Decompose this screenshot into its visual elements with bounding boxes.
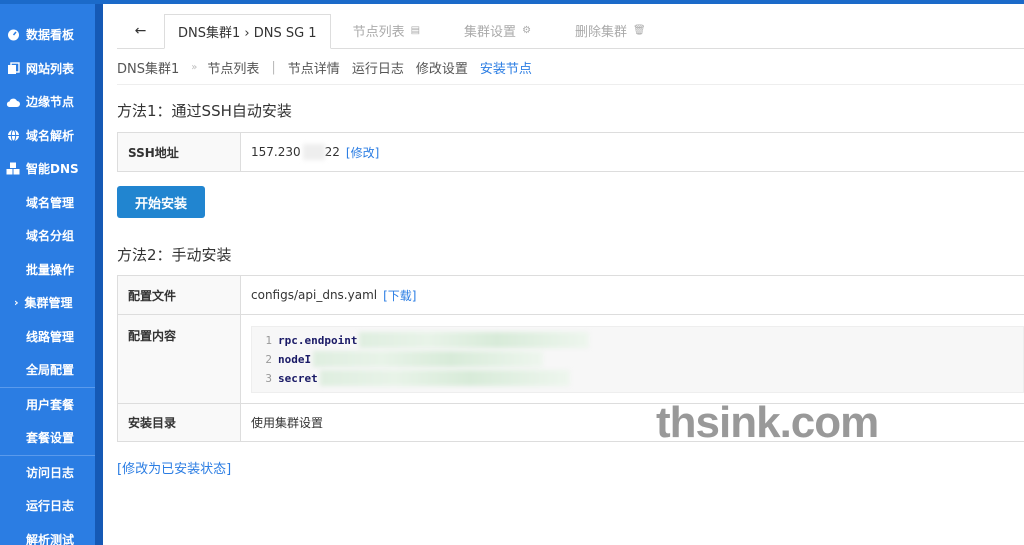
ssh-address-suffix: 22: [324, 145, 340, 159]
crumb-node-list[interactable]: 节点列表: [207, 58, 259, 77]
start-install-button[interactable]: 开始安装: [117, 186, 205, 218]
sidebar-item-label: 批量操作: [26, 262, 75, 277]
method2-title: 方法2：手动安装: [117, 246, 232, 264]
watermark: thsink.com: [656, 398, 879, 447]
sidebar-item-cluster[interactable]: › 集群管理: [0, 286, 95, 320]
sidebar-item-edge-nodes[interactable]: 边缘节点: [0, 85, 95, 119]
method1-title: 方法1：通过SSH自动安装: [117, 102, 292, 120]
code-text: rpc.endpoint: [278, 333, 358, 347]
install-dir-label: 安装目录: [118, 404, 241, 441]
sidebar-item-access-logs[interactable]: 访问日志: [0, 456, 95, 490]
tab-cluster-node[interactable]: DNS集群1 › DNS SG 1: [164, 14, 331, 49]
code-text: secret: [278, 371, 318, 385]
divider: [117, 84, 1024, 85]
sidebar-item-resolve-test[interactable]: 解析测试: [0, 523, 95, 545]
sidebar-item-label: 域名管理: [26, 195, 75, 210]
config-content-value: 1 rpc.endpoint 2 nodeI 3 secret: [241, 315, 1024, 403]
sidebar-item-label: 解析测试: [26, 532, 75, 545]
manual-table: 配置文件 configs/api_dns.yaml [下载] 配置内容 1 rp…: [117, 275, 1024, 442]
config-file-path: configs/api_dns.yaml: [251, 288, 378, 302]
line-number: 1: [265, 333, 272, 347]
install-dir-value: 使用集群设置: [251, 416, 324, 430]
code-line: 2 nodeI: [252, 350, 1023, 369]
sidebar-item-label: 全局配置: [26, 363, 75, 378]
ssh-address-prefix: 157.230: [251, 145, 301, 159]
sidebar-item-dns-resolve[interactable]: 域名解析: [0, 119, 95, 153]
sidebar-item-global-config[interactable]: 全局配置: [0, 353, 95, 387]
sidebar-item-smart-dns[interactable]: 智能DNS: [0, 152, 95, 186]
code-block: 1 rpc.endpoint 2 nodeI 3 secret: [251, 325, 1024, 393]
globe-icon: [6, 128, 20, 142]
sidebar-edge: [95, 4, 103, 545]
sidebar-item-label: 运行日志: [26, 499, 75, 514]
sidebar-item-dashboard[interactable]: 数据看板: [0, 18, 95, 52]
chevron-right-icon: ›: [14, 296, 19, 310]
crumb-cluster[interactable]: DNS集群1: [117, 58, 179, 77]
ssh-table: SSH地址 157.230 22 [修改]: [117, 132, 1024, 172]
tab-label: 删除集群: [575, 25, 628, 40]
sidebar-item-label: 用户套餐: [26, 397, 75, 412]
tab-delete-cluster[interactable]: 删除集群 🗑: [553, 13, 668, 48]
breadcrumb: DNS集群1 » 节点列表 | 节点详情 运行日志 修改设置 安装节点: [117, 58, 544, 77]
sidebar-item-label: 套餐设置: [26, 431, 75, 446]
sidebar-item-label: 域名分组: [26, 229, 75, 244]
sidebar-item-user-plans[interactable]: 用户套餐: [0, 388, 95, 422]
sidebar-item-batch[interactable]: 批量操作: [0, 253, 95, 287]
sidebar-item-routes[interactable]: 线路管理: [0, 320, 95, 354]
menu-edit-settings[interactable]: 修改设置: [416, 58, 468, 77]
tab-cluster-settings[interactable]: 集群设置 ⚙: [442, 13, 553, 48]
list-icon: ▤: [410, 25, 421, 36]
sidebar-item-label: 智能DNS: [26, 162, 79, 177]
redacted-area: [359, 332, 590, 348]
tab-node-list[interactable]: 节点列表 ▤: [331, 13, 442, 48]
sidebar-item-label: 域名解析: [26, 128, 75, 143]
sidebar-item-sites[interactable]: 网站列表: [0, 52, 95, 86]
config-file-value: configs/api_dns.yaml [下载]: [241, 276, 1024, 314]
trash-icon: 🗑: [633, 25, 646, 36]
sidebar: 数据看板 网站列表 边缘节点 域名解析 智能DNS 域名管理 域名分组 批量操作…: [0, 4, 95, 545]
menu-run-logs[interactable]: 运行日志: [352, 58, 404, 77]
line-number: 2: [265, 352, 272, 366]
sidebar-item-run-logs[interactable]: 运行日志: [0, 489, 95, 523]
config-file-label: 配置文件: [118, 276, 241, 314]
arrow-left-icon: ←: [134, 22, 147, 39]
ssh-value: 157.230 22 [修改]: [241, 133, 1024, 171]
download-link[interactable]: [下载]: [383, 287, 416, 304]
edit-ssh-link[interactable]: [修改]: [346, 144, 379, 161]
crumb-separator: »: [191, 62, 198, 73]
line-number: 3: [265, 371, 272, 385]
sidebar-item-label: 网站列表: [26, 61, 75, 76]
redacted-area: [313, 351, 544, 367]
dashboard-icon: [6, 28, 20, 42]
tab-label: 集群设置: [464, 25, 517, 40]
cubes-icon: [6, 162, 20, 176]
sidebar-item-domain-group[interactable]: 域名分组: [0, 219, 95, 253]
tab-label: 节点列表: [352, 25, 405, 40]
mark-installed-link[interactable]: [修改为已安装状态]: [117, 458, 231, 477]
code-line: 3 secret: [252, 369, 1023, 388]
menu-node-detail[interactable]: 节点详情: [288, 58, 340, 77]
code-text: nodeI: [278, 352, 312, 366]
sidebar-item-label: 集群管理: [24, 296, 73, 311]
tab-bar: ← DNS集群1 › DNS SG 1 节点列表 ▤ 集群设置 ⚙ 删除集群 🗑: [117, 14, 1024, 49]
copy-icon: [6, 61, 20, 75]
config-content-label: 配置内容: [118, 315, 241, 403]
crumb-divider: |: [271, 60, 276, 75]
code-line: 1 rpc.endpoint: [252, 331, 1023, 350]
gear-icon: ⚙: [522, 25, 532, 36]
tab-label: DNS集群1 › DNS SG 1: [178, 26, 317, 41]
redacted-area: [319, 370, 570, 386]
main-content: ← DNS集群1 › DNS SG 1 节点列表 ▤ 集群设置 ⚙ 删除集群 🗑…: [103, 4, 1024, 545]
sidebar-item-label: 访问日志: [26, 465, 75, 480]
sidebar-item-label: 数据看板: [26, 28, 75, 43]
sidebar-item-plan-settings[interactable]: 套餐设置: [0, 421, 95, 455]
menu-install-node[interactable]: 安装节点: [480, 58, 532, 77]
cloud-icon: [6, 95, 20, 109]
redacted-area: [302, 144, 325, 160]
ssh-label: SSH地址: [118, 133, 241, 171]
sidebar-item-label: 线路管理: [26, 329, 75, 344]
sidebar-item-domain-manage[interactable]: 域名管理: [0, 186, 95, 220]
back-button[interactable]: ←: [117, 13, 164, 48]
sidebar-item-label: 边缘节点: [26, 95, 75, 110]
